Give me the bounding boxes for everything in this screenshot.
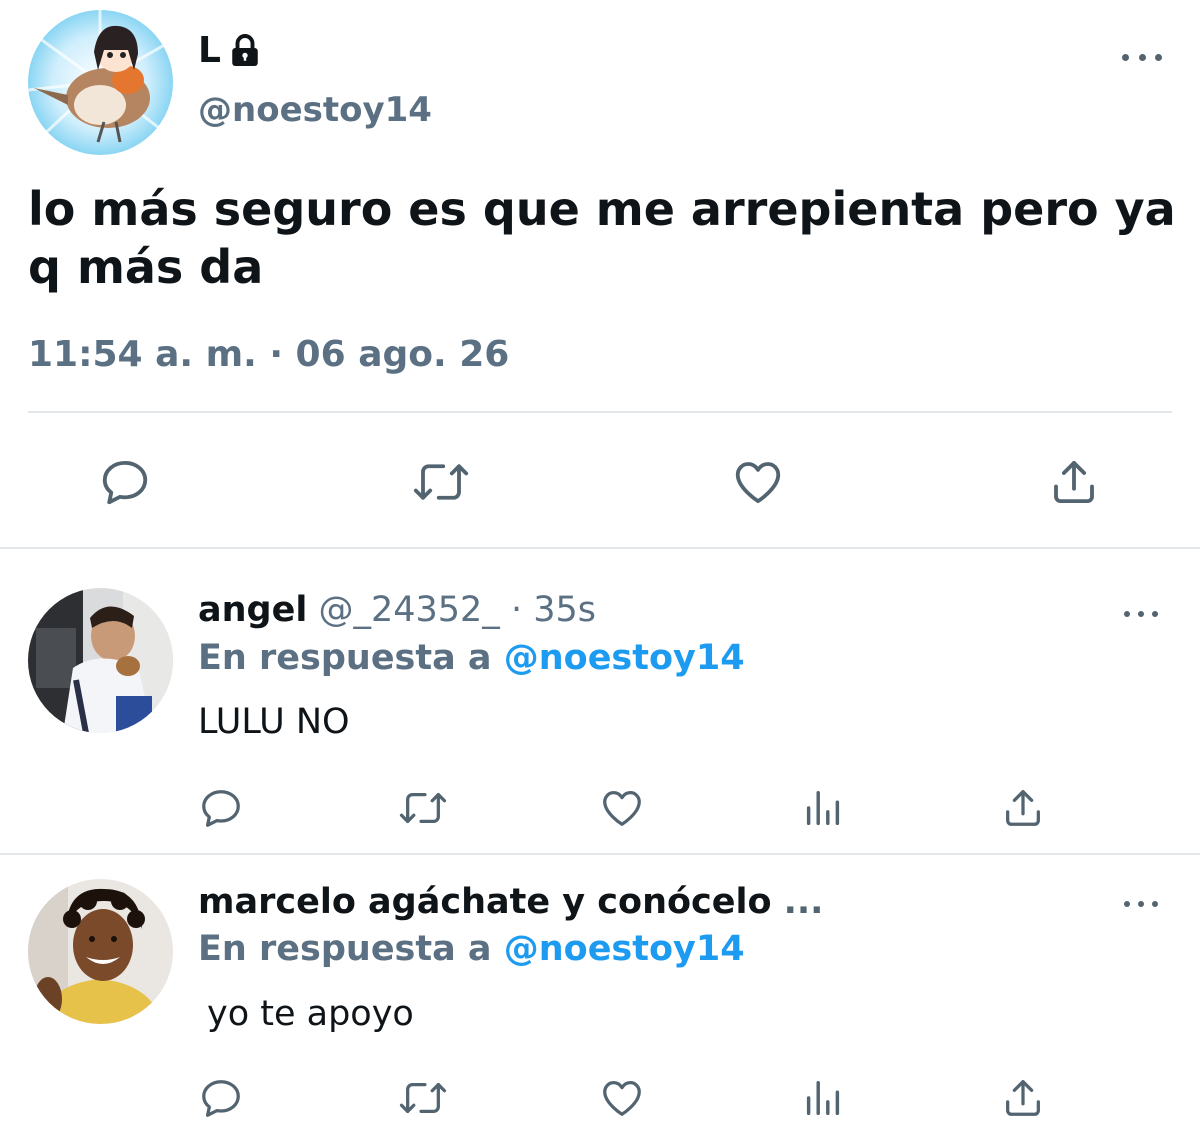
share-icon — [1006, 790, 1040, 826]
like-button[interactable] — [728, 452, 788, 512]
retweet-button[interactable] — [410, 452, 472, 512]
retweet-icon — [413, 464, 469, 500]
more-icon[interactable] — [1124, 604, 1158, 624]
retweet-button[interactable] — [396, 783, 450, 833]
like-button[interactable] — [597, 783, 647, 833]
share-button[interactable] — [1044, 452, 1104, 512]
avatar[interactable] — [28, 588, 173, 733]
like-icon — [735, 462, 781, 504]
share-button[interactable] — [998, 1073, 1048, 1123]
avatar[interactable] — [28, 10, 173, 155]
analytics-button[interactable] — [798, 1073, 848, 1123]
reply-button[interactable] — [95, 452, 155, 512]
reply-time[interactable]: · 35s — [511, 590, 596, 630]
divider — [0, 547, 1200, 549]
marcelo-avatar-image — [28, 879, 173, 1024]
analytics-button[interactable] — [798, 783, 848, 833]
analytics-icon — [806, 1080, 840, 1116]
reply-header: angel @_24352_ · 35s — [198, 590, 596, 630]
avatar[interactable] — [28, 879, 173, 1024]
tweet-text: lo más seguro es que me arrepienta pero … — [28, 182, 1176, 294]
reply-prefix: En respuesta a — [198, 929, 492, 969]
retweet-button[interactable] — [396, 1073, 450, 1123]
truncation-ellipsis: ... — [783, 882, 824, 922]
reply-text: LULU NO — [198, 702, 350, 742]
reply-header: marcelo agáchate y conócelo... — [198, 882, 823, 922]
like-icon — [603, 791, 641, 826]
reply-button[interactable] — [196, 783, 246, 833]
like-icon — [603, 1081, 641, 1116]
handle[interactable]: @noestoy14 — [198, 90, 432, 130]
display-name-text: L — [198, 30, 221, 71]
retweet-icon — [399, 792, 447, 824]
more-icon[interactable] — [1124, 894, 1158, 914]
reply-text: yo te apoyo — [207, 994, 414, 1034]
reply-icon — [202, 790, 240, 827]
like-button[interactable] — [597, 1073, 647, 1123]
analytics-icon — [806, 790, 840, 826]
display-name[interactable]: marcelo agáchate y conócelo — [198, 882, 772, 922]
mention-link[interactable]: @noestoy14 — [504, 929, 745, 969]
divider — [28, 411, 1172, 413]
divider — [0, 853, 1200, 855]
lock-icon — [232, 33, 258, 66]
reply-context: En respuesta a @noestoy14 — [198, 638, 745, 678]
more-icon[interactable] — [1122, 47, 1162, 67]
display-name[interactable]: angel — [198, 590, 307, 630]
mention-link[interactable]: @noestoy14 — [504, 638, 745, 678]
handle[interactable]: @_24352_ — [318, 590, 499, 630]
share-icon — [1054, 460, 1094, 504]
timestamp[interactable]: 11:54 a. m. · 06 ago. 26 — [28, 334, 509, 375]
reply-context: En respuesta a @noestoy14 — [198, 929, 745, 969]
reply-icon — [102, 460, 148, 505]
display-name[interactable]: L — [198, 30, 263, 71]
reply-button[interactable] — [196, 1073, 246, 1123]
reply-prefix: En respuesta a — [198, 638, 492, 678]
angel-avatar-image — [28, 588, 173, 733]
share-icon — [1006, 1080, 1040, 1116]
reply-icon — [202, 1080, 240, 1117]
retweet-icon — [399, 1082, 447, 1114]
share-button[interactable] — [998, 783, 1048, 833]
bird-avatar-image — [28, 10, 173, 155]
